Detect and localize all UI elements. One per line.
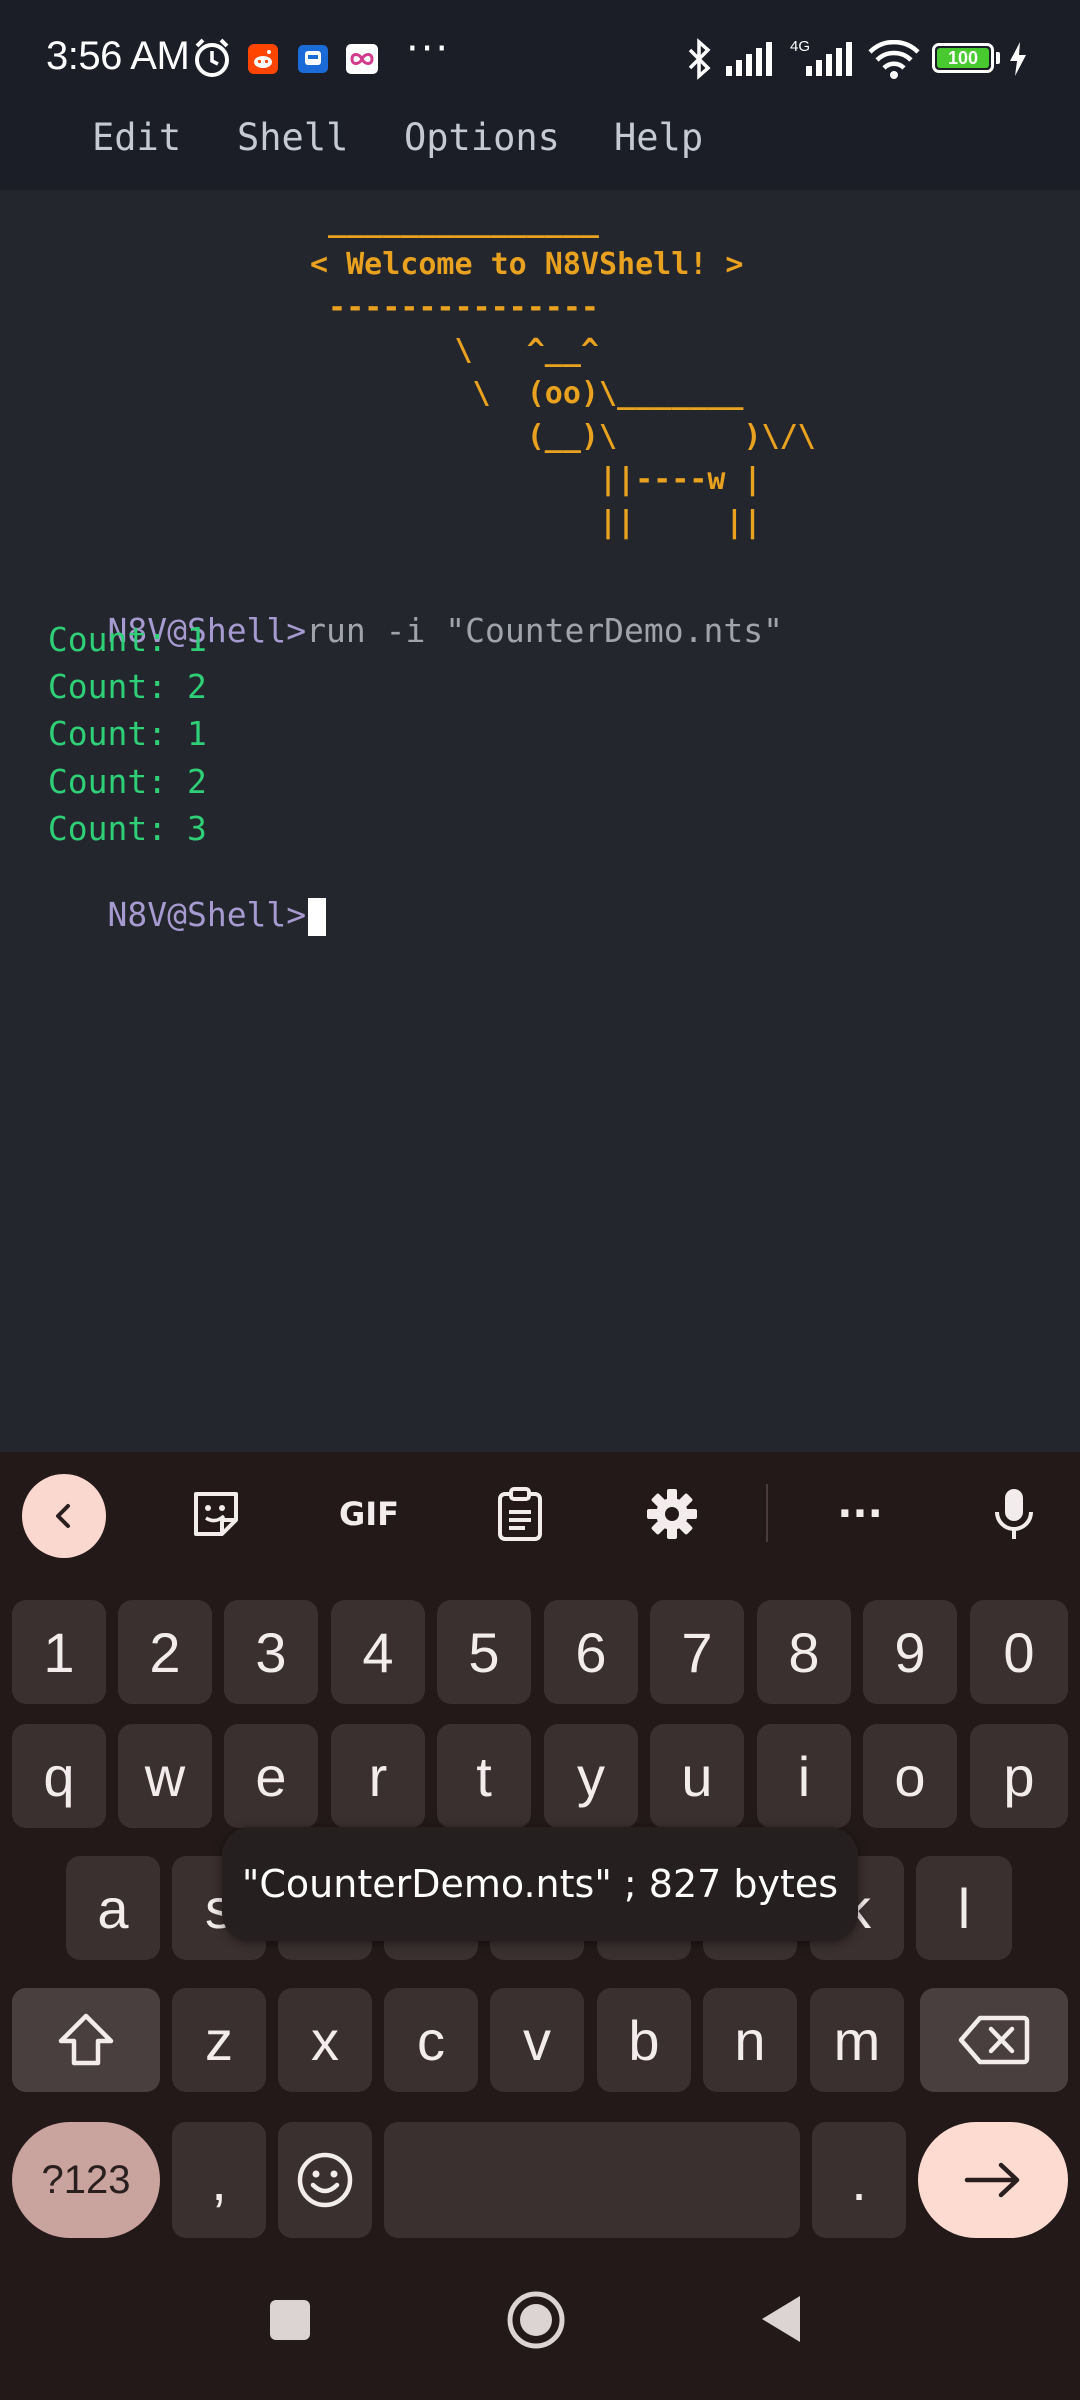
more-notifications-icon: ··· bbox=[406, 26, 451, 72]
key-2[interactable]: 2 bbox=[118, 1600, 212, 1704]
menu-edit[interactable]: Edit bbox=[92, 116, 181, 159]
key-w[interactable]: w bbox=[118, 1724, 212, 1828]
backspace-key[interactable] bbox=[920, 1988, 1068, 2092]
bluetooth-icon bbox=[688, 38, 711, 80]
recents-square-icon[interactable] bbox=[268, 2298, 312, 2342]
clipboard-icon bbox=[498, 1487, 542, 1541]
symbols-key[interactable]: ?123 bbox=[12, 2122, 160, 2238]
notification-icon bbox=[298, 45, 328, 73]
key-n[interactable]: n bbox=[703, 1988, 797, 2092]
key-z[interactable]: z bbox=[172, 1988, 266, 2092]
key-b[interactable]: b bbox=[597, 1988, 691, 2092]
file-info-tooltip: "CounterDemo.nts" ; 827 bytes bbox=[222, 1827, 858, 1941]
keyboard-back-button[interactable] bbox=[22, 1474, 106, 1558]
space-key[interactable] bbox=[384, 2122, 800, 2238]
emoji-icon bbox=[297, 2152, 353, 2208]
toolbar-separator bbox=[766, 1484, 768, 1542]
home-circle-icon[interactable] bbox=[506, 2290, 566, 2350]
shift-key[interactable] bbox=[12, 1988, 160, 2092]
key-c[interactable]: c bbox=[384, 1988, 478, 2092]
key-u[interactable]: u bbox=[650, 1724, 744, 1828]
key-a[interactable]: a bbox=[66, 1856, 160, 1960]
output-line: Count: 1 bbox=[28, 620, 207, 659]
key-o[interactable]: o bbox=[863, 1724, 957, 1828]
back-triangle-icon[interactable] bbox=[760, 2294, 804, 2344]
battery-icon: 100 bbox=[932, 43, 994, 73]
settings-button[interactable] bbox=[630, 1472, 714, 1556]
key-i[interactable]: i bbox=[757, 1724, 851, 1828]
shift-icon bbox=[58, 2013, 114, 2066]
key-8[interactable]: 8 bbox=[757, 1600, 851, 1704]
current-prompt: N8V@Shell> bbox=[107, 895, 307, 934]
top-bar: 3:56 AM ··· 4G 100 Edit Shell Options He… bbox=[0, 0, 1080, 190]
clipboard-button[interactable] bbox=[478, 1472, 562, 1556]
alarm-icon bbox=[195, 38, 229, 77]
backspace-icon bbox=[958, 2015, 1030, 2065]
key-0[interactable]: 0 bbox=[970, 1600, 1068, 1704]
settings-gear-icon bbox=[647, 1489, 697, 1539]
comma-key[interactable]: , bbox=[172, 2122, 266, 2238]
key-p[interactable]: p bbox=[970, 1724, 1068, 1828]
more-button[interactable]: ··· bbox=[818, 1472, 902, 1556]
charging-icon bbox=[1010, 42, 1026, 76]
battery-level: 100 bbox=[947, 48, 979, 68]
sticker-button[interactable] bbox=[174, 1472, 258, 1556]
key-v[interactable]: v bbox=[490, 1988, 584, 2092]
more-icon: ··· bbox=[837, 1491, 883, 1537]
key-l[interactable]: l bbox=[916, 1856, 1012, 1960]
infinity-app-icon bbox=[346, 44, 378, 74]
key-x[interactable]: x bbox=[278, 1988, 372, 2092]
signal-icon bbox=[726, 42, 772, 76]
terminal-output[interactable]: _______________ < Welcome to N8VShell! >… bbox=[0, 190, 1080, 1452]
key-3[interactable]: 3 bbox=[224, 1600, 318, 1704]
back-chevron-icon bbox=[56, 1504, 70, 1528]
key-r[interactable]: r bbox=[331, 1724, 425, 1828]
key-q[interactable]: q bbox=[12, 1724, 106, 1828]
output-line: Count: 2 bbox=[28, 762, 207, 801]
menu-bar: Edit Shell Options Help bbox=[0, 110, 1080, 188]
emoji-key[interactable] bbox=[278, 2122, 372, 2238]
period-key[interactable]: . bbox=[812, 2122, 906, 2238]
key-4[interactable]: 4 bbox=[331, 1600, 425, 1704]
text-cursor bbox=[308, 897, 327, 936]
key-9[interactable]: 9 bbox=[863, 1600, 957, 1704]
key-e[interactable]: e bbox=[224, 1724, 318, 1828]
command-text: run -i "CounterDemo.nts" bbox=[306, 611, 783, 650]
key-y[interactable]: y bbox=[544, 1724, 638, 1828]
wifi-icon bbox=[868, 40, 920, 79]
voice-input-button[interactable] bbox=[972, 1472, 1056, 1556]
output-line: Count: 2 bbox=[28, 667, 207, 706]
key-1[interactable]: 1 bbox=[12, 1600, 106, 1704]
status-bar: 3:56 AM ··· 4G 100 bbox=[0, 0, 1080, 118]
reddit-icon bbox=[248, 44, 278, 74]
sticker-icon bbox=[194, 1492, 238, 1536]
key-5[interactable]: 5 bbox=[437, 1600, 531, 1704]
menu-options[interactable]: Options bbox=[404, 116, 560, 159]
status-time: 3:56 AM bbox=[46, 34, 190, 78]
menu-shell[interactable]: Shell bbox=[237, 116, 348, 159]
microphone-icon bbox=[995, 1489, 1033, 1539]
gif-button[interactable]: GIF bbox=[326, 1472, 412, 1556]
cowsay-banner: _______________ < Welcome to N8VShell! >… bbox=[310, 204, 816, 540]
output-line: Count: 1 bbox=[28, 714, 207, 753]
key-t[interactable]: t bbox=[437, 1724, 531, 1828]
signal-4g-icon bbox=[806, 42, 852, 76]
enter-key[interactable] bbox=[918, 2122, 1068, 2238]
gif-icon: GIF bbox=[338, 1495, 400, 1533]
menu-help[interactable]: Help bbox=[614, 116, 703, 159]
key-7[interactable]: 7 bbox=[650, 1600, 744, 1704]
output-line: Count: 3 bbox=[28, 809, 207, 848]
input-line[interactable]: N8V@Shell> bbox=[28, 856, 327, 975]
arrow-right-icon bbox=[964, 2162, 1020, 2198]
key-m[interactable]: m bbox=[810, 1988, 904, 2092]
key-6[interactable]: 6 bbox=[544, 1600, 638, 1704]
